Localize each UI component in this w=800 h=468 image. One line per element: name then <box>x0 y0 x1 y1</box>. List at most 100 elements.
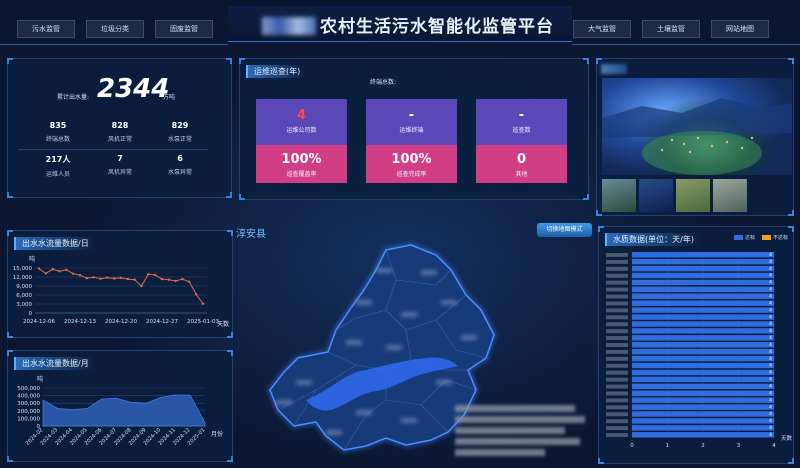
daily-point <box>181 277 184 281</box>
daily-x-tick: 2024-12-27 <box>146 319 178 325</box>
nav-sewage-button[interactable]: 污水监管 <box>17 20 75 38</box>
wq-category-label-blurred <box>606 322 628 327</box>
wq-x-tick: 4 <box>772 443 776 449</box>
photo-thumbnail-3[interactable] <box>676 179 710 212</box>
daily-point <box>71 272 75 275</box>
daily-y-tick: 6,000 <box>16 293 32 299</box>
total-output-label: 累计出水量: <box>57 94 90 101</box>
wq-category-label-blurred <box>606 405 628 410</box>
wq-bar-label: 4 <box>769 273 772 279</box>
stat-value: 835 <box>49 121 67 130</box>
stat-value: 217人 <box>45 155 71 164</box>
wq-bar-label: 4 <box>769 266 772 272</box>
wq-category-label-blurred <box>606 343 628 347</box>
page-title: 农村生活污水智能化监管平台 <box>262 12 554 37</box>
wq-category-label-blurred <box>606 370 628 375</box>
wq-bar-label: 4 <box>769 314 772 320</box>
wq-bar-label: 4 <box>769 384 772 390</box>
wq-bar-label: 4 <box>769 397 772 403</box>
daily-point <box>133 278 136 281</box>
wq-bar-label: 4 <box>769 349 772 355</box>
wq-bar <box>632 258 774 265</box>
monthly-y-unit: 吨 <box>37 375 43 383</box>
card-label: 巡查数 <box>512 127 531 134</box>
wq-bar <box>632 342 774 348</box>
daily-y-tick: 3,000 <box>16 302 32 308</box>
total-output-unit: 万吨 <box>163 94 176 101</box>
wq-bar <box>632 321 774 327</box>
village-photo[interactable] <box>602 78 792 175</box>
card-value: - <box>408 108 415 123</box>
wq-bar-label: 4 <box>769 300 772 306</box>
daily-flow-chart: 吨 0 3,000 6,000 9,000 12,000 15,000 2024-12-06 2… <box>13 255 229 328</box>
wq-bar-label: 4 <box>769 280 772 286</box>
wq-bar <box>632 369 774 376</box>
wq-x-tick: 3 <box>737 443 741 449</box>
daily-point <box>119 276 123 280</box>
daily-y-tick: 12,000 <box>13 275 33 281</box>
wq-category-label-blurred <box>606 301 628 306</box>
photo-thumbnail-1[interactable] <box>602 179 636 212</box>
monthly-y-tick: 500,000 <box>17 386 40 392</box>
header-line-right <box>572 44 800 45</box>
wq-bar-label: 4 <box>769 356 772 362</box>
photo-thumbnail-2[interactable] <box>639 179 673 212</box>
wq-bar <box>632 355 774 362</box>
photo-thumbnail-4[interactable] <box>713 179 747 212</box>
monthly-series-area <box>42 394 206 427</box>
map-legend-blurred <box>455 405 590 460</box>
card-label: 其他 <box>515 171 528 178</box>
stat-label: 风机正常 <box>107 136 132 143</box>
stat-value: 829 <box>171 121 189 130</box>
wq-category-label-blurred <box>606 349 628 354</box>
wq-bar-label: 4 <box>769 335 772 341</box>
daily-point <box>65 268 68 271</box>
ops-panel-title: 运维巡查(年) <box>246 65 307 78</box>
wq-category-label-blurred <box>606 398 628 403</box>
wq-bar <box>632 411 774 417</box>
wq-category-label-blurred <box>606 356 628 361</box>
daily-y-tick: 0 <box>29 311 33 317</box>
daily-point <box>92 276 95 279</box>
daily-point <box>188 280 191 283</box>
daily-point <box>58 270 61 273</box>
nav-garbage-button[interactable]: 垃圾分类 <box>86 20 144 38</box>
nav-soil-button[interactable]: 土壤监管 <box>642 20 700 38</box>
wq-bar <box>632 307 774 313</box>
daily-point <box>140 284 143 288</box>
stat-label: 运维人员 <box>45 171 70 178</box>
daily-point <box>167 278 171 281</box>
daily-point <box>147 273 150 276</box>
wq-bar <box>632 293 774 299</box>
daily-x-tick: 2024-12-06 <box>23 319 55 325</box>
wq-category-label-blurred <box>606 308 628 313</box>
wq-category-label-blurred <box>606 433 628 437</box>
stat-value: 828 <box>111 121 129 130</box>
wq-bar-label: 4 <box>769 363 772 369</box>
card-value: - <box>518 108 525 123</box>
stat-terminals: 835 终端总数 <box>28 121 88 143</box>
nav-air-button[interactable]: 大气监管 <box>573 20 631 38</box>
wq-category-label-blurred <box>606 253 628 257</box>
stat-pump-normal: 829 水泵正常 <box>150 121 210 143</box>
monthly-y-tick: 300,000 <box>17 401 40 407</box>
monthly-x-unit: 月份 <box>211 430 223 438</box>
monthly-y-tick: 100,000 <box>17 416 40 422</box>
wq-category-label-blurred <box>606 315 628 320</box>
card-inspections: - 巡查数 <box>476 99 567 145</box>
wq-bar <box>632 348 774 355</box>
wq-bar <box>632 328 774 334</box>
nav-solid-waste-button[interactable]: 固废监管 <box>155 20 213 38</box>
daily-x-tick: 2024-12-13 <box>64 319 96 325</box>
stat-fan-normal: 828 风机正常 <box>90 121 150 143</box>
daily-x-tick: 2024-12-20 <box>105 319 137 325</box>
daily-point <box>85 277 89 280</box>
card-label: 运维终端 <box>399 127 424 134</box>
wq-bar-label: 4 <box>769 259 772 265</box>
page-title-text: 农村生活污水智能化监管平台 <box>320 17 554 37</box>
switch-map-mode-button[interactable]: 切换地图模式 <box>537 223 592 237</box>
daily-point <box>78 274 82 277</box>
nav-sitemap-button[interactable]: 网站地图 <box>711 20 769 38</box>
header-line-left <box>0 44 228 45</box>
wq-bar <box>632 252 774 258</box>
